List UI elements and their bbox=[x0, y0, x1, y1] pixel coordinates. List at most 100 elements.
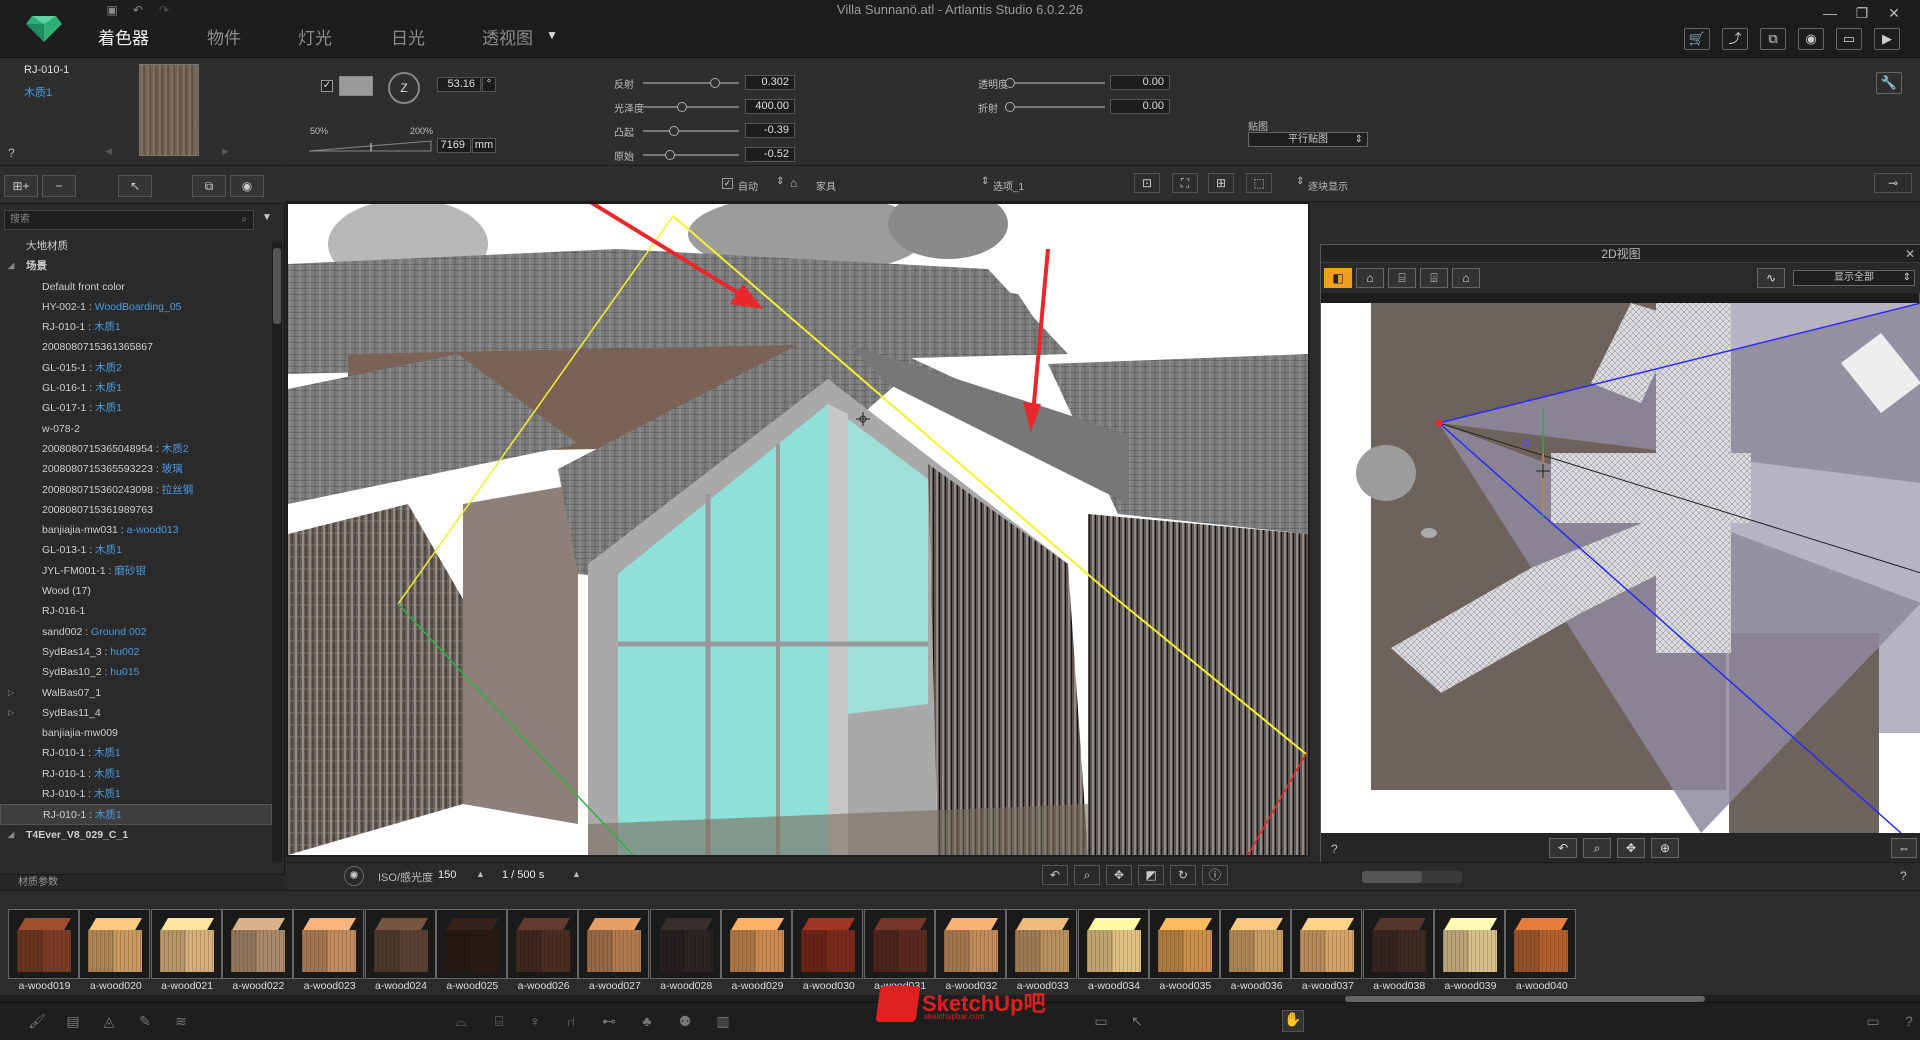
preview-area-icon[interactable]: ⬚ bbox=[1246, 173, 1272, 193]
plant-icon[interactable]: ♣ bbox=[636, 1013, 658, 1029]
param-slider-value[interactable]: -0.39 bbox=[745, 123, 795, 138]
tree-item-row[interactable]: Default front color bbox=[0, 277, 272, 297]
material-thumbnail[interactable]: a-wood040 bbox=[1505, 909, 1578, 997]
display-all-select[interactable]: 显示全部 ⇕ bbox=[1793, 270, 1915, 286]
tree-item-row[interactable]: 2008080715365593223 : 玻璃 bbox=[0, 459, 272, 479]
help-icon[interactable]: ? bbox=[1898, 1013, 1920, 1029]
updown-icon[interactable]: ⇕ bbox=[776, 176, 784, 187]
brick-icon[interactable]: ▤ bbox=[62, 1013, 84, 1030]
3d-scene[interactable] bbox=[288, 204, 1308, 855]
preview-slider-thumb[interactable] bbox=[1362, 871, 1422, 883]
walk-icon[interactable]: ◩ bbox=[1138, 865, 1164, 885]
preview-slider[interactable] bbox=[1362, 871, 1462, 883]
material-thumbnail[interactable]: a-wood027 bbox=[578, 909, 651, 997]
material-thumbnail[interactable]: a-wood030 bbox=[792, 909, 865, 997]
size-value[interactable]: 7169 bbox=[437, 138, 471, 153]
tree-item-row[interactable]: RJ-010-1 : 木质1 bbox=[0, 784, 272, 804]
param-slider-knob[interactable] bbox=[1005, 78, 1015, 88]
side-view-icon[interactable]: ⌹ bbox=[1420, 268, 1448, 288]
tree-item-row[interactable]: sand002 : Ground 002 bbox=[0, 622, 272, 642]
hand-icon[interactable]: ✋ bbox=[1282, 1010, 1304, 1032]
tree-item-row[interactable]: 20080807153613658​67 bbox=[0, 337, 272, 357]
expand-icon[interactable]: ⇔ bbox=[1891, 838, 1917, 858]
material-thumbnail[interactable]: a-wood022 bbox=[221, 909, 295, 997]
material-thumbnail[interactable]: a-wood020 bbox=[79, 909, 152, 997]
2d-plan-canvas[interactable] bbox=[1321, 303, 1920, 833]
furniture-label[interactable]: 家具 bbox=[816, 178, 836, 193]
undo-icon[interactable]: ↶ bbox=[127, 1, 149, 19]
updown-icon[interactable]: ⇕ bbox=[981, 176, 989, 187]
desk-icon[interactable]: ⌸ bbox=[488, 1013, 510, 1030]
tree-item-row[interactable]: Wood (17) bbox=[0, 581, 272, 601]
lamp-icon[interactable]: ♆ bbox=[524, 1013, 546, 1029]
tree-item-row[interactable]: RJ-016-1 bbox=[0, 601, 272, 621]
param-slider-value[interactable]: 0.00 bbox=[1110, 99, 1170, 114]
building-icon[interactable]: ▥ bbox=[712, 1013, 734, 1030]
fit-icon[interactable]: ⛶ bbox=[1172, 173, 1198, 193]
remove-button[interactable]: − bbox=[42, 175, 76, 197]
tree-item-row[interactable]: GL-015-1 : 木质2 bbox=[0, 358, 272, 378]
tree-scrollbar-thumb[interactable] bbox=[273, 248, 281, 324]
material-thumbnail[interactable]: a-wood035 bbox=[1148, 909, 1222, 997]
help-icon[interactable]: ? bbox=[8, 146, 15, 160]
duplicate-button[interactable]: ⧉ bbox=[192, 175, 226, 197]
undo-view-icon[interactable]: ↶ bbox=[1549, 838, 1577, 858]
param-slider-value[interactable]: 0.302 bbox=[745, 75, 795, 90]
tree-item-row[interactable]: 2008080715365048954 : 木质2 bbox=[0, 439, 272, 459]
param-slider-track[interactable] bbox=[643, 102, 739, 112]
tree-group-row[interactable]: ◢ 场景 bbox=[0, 256, 272, 276]
expand-icon[interactable]: ▷ bbox=[8, 703, 14, 723]
tree-item-row[interactable]: JYL-FM001-1 : 磨砂银 bbox=[0, 561, 272, 581]
tree-item-row[interactable]: RJ-010-1 : 木质1 bbox=[0, 317, 272, 337]
front-view-icon[interactable]: ⌸ bbox=[1388, 268, 1416, 288]
brush-icon[interactable]: 🖌 bbox=[26, 1013, 48, 1030]
tree-item-row[interactable]: ▷ SydBas11_4 bbox=[0, 703, 272, 723]
tree-item-row[interactable]: 2008080715361989763 bbox=[0, 500, 272, 520]
people-icon[interactable]: ⚉ bbox=[674, 1013, 696, 1030]
render-icon[interactable]: ▶ bbox=[1874, 28, 1900, 50]
camera-icon[interactable]: ◉ bbox=[1798, 28, 1824, 50]
tree-item-row[interactable]: HY-002-1 : WoodBoarding_05 bbox=[0, 297, 272, 317]
windows-icon[interactable]: ⧉ bbox=[1760, 28, 1786, 50]
zoom-fit-icon[interactable]: ⊕ bbox=[1651, 838, 1679, 858]
curve-icon[interactable]: ∿ bbox=[1757, 268, 1785, 288]
tab-lights[interactable]: 灯光 bbox=[298, 24, 332, 49]
tree-group-row[interactable]: ◢ T4Ever_V8_029_C_1 bbox=[0, 825, 272, 845]
tree-item-row[interactable]: RJ-010-1 : 木质1 bbox=[0, 804, 272, 825]
param-slider-track[interactable] bbox=[643, 126, 739, 136]
aperture-icon[interactable]: ✺ bbox=[344, 866, 364, 886]
tab-sun[interactable]: 日光 bbox=[391, 24, 425, 49]
collapse-icon[interactable]: ◢ bbox=[8, 825, 14, 845]
top-view-icon[interactable]: ◧ bbox=[1324, 268, 1352, 288]
iso-stepper-icon[interactable]: ▲ bbox=[476, 869, 485, 879]
export-icon[interactable]: ⤴ bbox=[1722, 28, 1748, 50]
iso-value[interactable]: 150 bbox=[438, 869, 456, 881]
material-thumbnail[interactable]: a-wood021 bbox=[150, 909, 224, 997]
rotation-dial-icon[interactable]: Z bbox=[388, 72, 420, 104]
crop-icon[interactable]: ▭ bbox=[1836, 28, 1862, 50]
tree-scrollbar[interactable] bbox=[272, 242, 282, 862]
cart-icon[interactable]: 🛒 bbox=[1684, 28, 1710, 50]
window-icon[interactable]: ▭ bbox=[1862, 1013, 1884, 1030]
param-slider-knob[interactable] bbox=[1005, 102, 1015, 112]
material-thumbnail[interactable]: a-wood023 bbox=[293, 909, 366, 997]
shutter-stepper-icon[interactable]: ▲ bbox=[572, 869, 581, 879]
next-texture-icon[interactable]: ▶ bbox=[222, 146, 229, 157]
filter-dropdown-icon[interactable]: ▼ bbox=[262, 212, 272, 223]
tree-item-row[interactable]: 2008080715360243098 : 拉丝钢 bbox=[0, 480, 272, 500]
pointer-icon[interactable]: ↖ bbox=[1126, 1013, 1148, 1030]
settings-slider-icon[interactable]: ⊸ bbox=[1874, 173, 1912, 193]
param-slider-knob[interactable] bbox=[669, 126, 679, 136]
material-thumbnail[interactable]: a-wood019 bbox=[8, 909, 81, 997]
close-button[interactable]: ✕ bbox=[1881, 2, 1907, 24]
frame-icon[interactable]: ⊡ bbox=[1134, 173, 1160, 193]
folder-icon[interactable]: ▭ bbox=[1090, 1013, 1112, 1030]
eye-icon[interactable]: ◉ bbox=[230, 175, 264, 197]
tree-item-row[interactable]: banjiajia-mw009 bbox=[0, 723, 272, 743]
rotation-value[interactable]: 53.16 bbox=[437, 77, 481, 92]
tree-item-row[interactable]: w-078-2 bbox=[0, 419, 272, 439]
material-texture-thumbnail[interactable] bbox=[139, 64, 199, 156]
region-icon[interactable]: ⊞ bbox=[1208, 173, 1234, 193]
car-icon[interactable]: ⊷ bbox=[598, 1013, 620, 1030]
param-slider-knob[interactable] bbox=[665, 150, 675, 160]
